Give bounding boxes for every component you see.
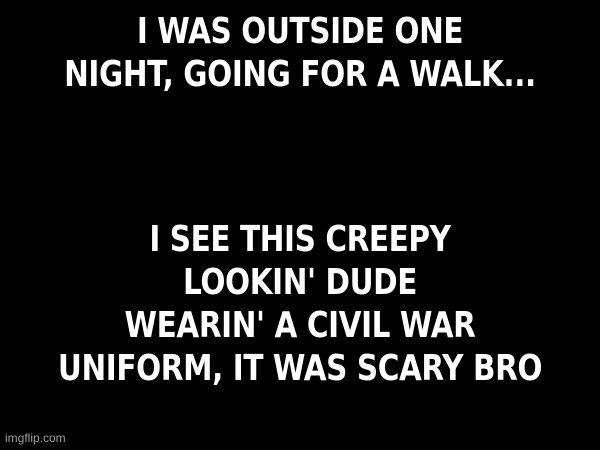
- bottom-caption-line-3: WEARIN' A CIVIL WAR: [124, 305, 476, 346]
- imgflip-watermark: imgflip.com: [5, 431, 66, 445]
- meme-image: I WAS OUTSIDE ONE NIGHT, GOING FOR A WAL…: [0, 0, 600, 450]
- top-caption-line-1: I WAS OUTSIDE ONE: [136, 11, 464, 52]
- top-caption: I WAS OUTSIDE ONE NIGHT, GOING FOR A WAL…: [54, 10, 546, 96]
- bottom-caption-line-4: UNIFORM, IT WAS SCARY BRO: [57, 348, 543, 389]
- bottom-caption: I SEE THIS CREEPY LOOKIN' DUDE WEARIN' A…: [54, 218, 546, 390]
- top-caption-line-2: NIGHT, GOING FOR A WALK...: [64, 54, 536, 95]
- bottom-caption-line-2: LOOKIN' DUDE: [182, 262, 418, 303]
- bottom-caption-line-1: I SEE THIS CREEPY: [149, 219, 451, 260]
